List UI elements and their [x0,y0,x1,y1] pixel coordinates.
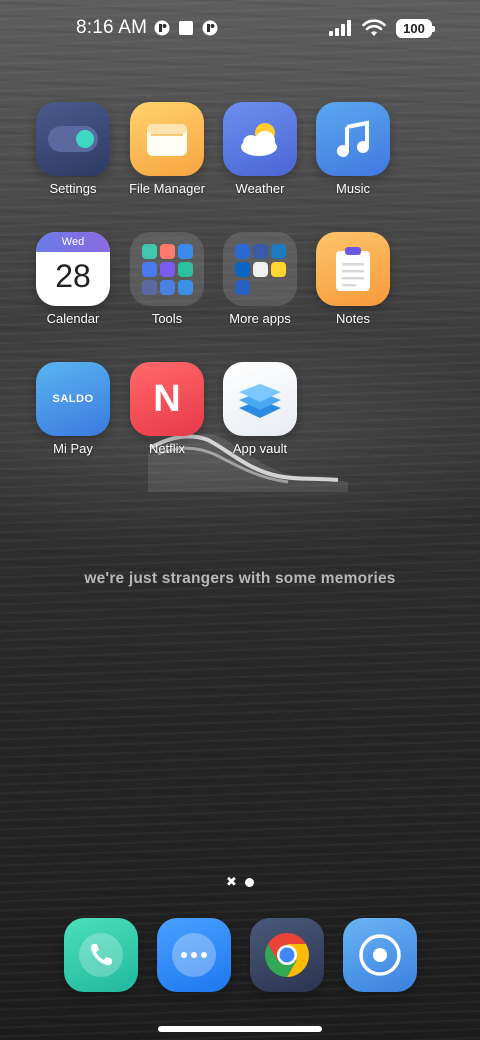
clock: 8:16 AM [76,17,148,38]
app-notes[interactable]: Notes [298,232,408,326]
mini-app-icon [141,279,157,295]
mini-app-icon [141,243,157,259]
mini-app-icon [177,243,193,259]
mini-app-icon [270,243,286,259]
app-label: Notes [336,311,370,326]
notification-icon [154,20,170,36]
stack-icon [223,362,297,436]
battery-level: 100 [403,20,425,36]
app-label: Music [336,181,370,196]
app-app-vault[interactable]: App vault [205,362,315,456]
mini-app-empty [271,280,286,295]
folder-icon [223,232,297,306]
mini-app-icon [252,243,268,259]
dock-camera[interactable] [325,918,435,992]
mini-app-icon [159,243,175,259]
calendar-day: Wed [36,232,110,252]
notification-icon [202,20,218,36]
calendar-date: 28 [55,258,91,294]
home-indicator[interactable] [158,1026,322,1032]
status-bar: 8:16 AM 100 [0,0,480,56]
mini-app-icon [252,261,268,277]
calendar-icon: Wed 28 [36,232,110,306]
page-indicator[interactable]: ✖ [0,874,480,890]
chat-icon [157,918,231,992]
phone-icon [64,918,138,992]
mini-app-icon [177,279,193,295]
mini-app-icon [270,261,286,277]
toggle-icon [36,102,110,176]
mini-app-icon [177,261,193,277]
camera-icon [343,918,417,992]
mini-app-icon [159,261,175,277]
folder-icon [130,232,204,306]
mini-app-empty [253,280,268,295]
signal-icon [329,20,351,36]
mini-app-icon [159,279,175,295]
mini-app-icon [141,261,157,277]
mini-app-icon [234,279,250,295]
chrome-icon [250,918,324,992]
netflix-icon: N [130,362,204,436]
quote-widget: we're just strangers with some memories [84,570,396,587]
folder-icon [130,102,204,176]
app-label: App vault [232,441,288,456]
netflix-glyph: N [153,377,181,420]
close-icon[interactable]: ✖ [226,874,237,890]
mi-pay-badge: SALDO [52,393,94,405]
sun-cloud-icon [223,102,297,176]
page-dot[interactable] [244,877,254,887]
app-music[interactable]: Music [298,102,408,196]
clipboard-icon [316,232,390,306]
mini-app-icon [234,243,250,259]
battery-icon: 100 [396,18,435,38]
wifi-icon [362,19,386,36]
wallet-icon: SALDO [36,362,110,436]
music-note-icon [316,102,390,176]
square-icon [179,21,194,35]
mini-app-icon [234,261,250,277]
